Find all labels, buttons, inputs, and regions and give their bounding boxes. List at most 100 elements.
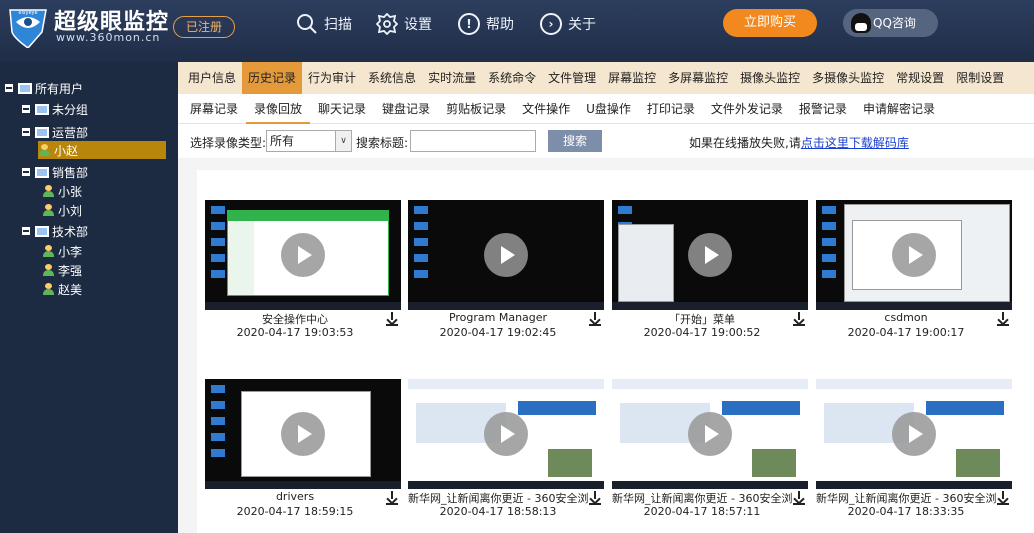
- search-button[interactable]: 搜索: [548, 130, 602, 152]
- main-tab[interactable]: 常规设置: [890, 62, 950, 94]
- decoder-hint: 如果在线播放失败,请点击这里下载解码库: [689, 134, 909, 151]
- qq-consult-button[interactable]: QQ咨询: [843, 9, 938, 37]
- download-icon[interactable]: [792, 491, 806, 505]
- main-tab[interactable]: 用户信息: [182, 62, 242, 94]
- main-tab[interactable]: 多摄像头监控: [806, 62, 890, 94]
- title-search-input[interactable]: [410, 130, 536, 152]
- sub-tab[interactable]: 键盘记录: [374, 94, 438, 124]
- video-thumbnail[interactable]: [612, 379, 808, 489]
- download-icon[interactable]: [385, 312, 399, 326]
- video-card[interactable]: Program Manager 2020-04-17 19:02:45: [408, 200, 604, 350]
- logo-icon: eisyeye: [9, 9, 47, 48]
- download-icon[interactable]: [588, 491, 602, 505]
- video-card[interactable]: 新华网_让新闻离你更近 - 360安全浏 2020-04-17 18:33:35: [816, 379, 1012, 529]
- download-icon[interactable]: [792, 312, 806, 326]
- collapse-icon[interactable]: [22, 128, 30, 136]
- gear-icon: [376, 13, 398, 35]
- collapse-icon[interactable]: [22, 227, 30, 235]
- chevron-right-icon: ›: [540, 13, 562, 35]
- collapse-icon[interactable]: [22, 105, 30, 113]
- video-thumbnail[interactable]: [816, 379, 1012, 489]
- main-tab[interactable]: 摄像头监控: [734, 62, 806, 94]
- type-select[interactable]: 所有 ∨: [266, 130, 352, 152]
- main-tab[interactable]: 限制设置: [950, 62, 1010, 94]
- tree-user-selected[interactable]: 小赵: [38, 141, 166, 159]
- tree-user-label: 赵美: [58, 282, 83, 297]
- tree-root[interactable]: 所有用户: [5, 79, 83, 97]
- sub-tab[interactable]: 聊天记录: [310, 94, 374, 124]
- main-tab[interactable]: 行为审计: [302, 62, 362, 94]
- video-thumbnail[interactable]: [612, 200, 808, 310]
- video-thumbnail[interactable]: [205, 200, 401, 310]
- download-decoder-link[interactable]: 点击这里下载解码库: [801, 136, 909, 150]
- video-card[interactable]: csdmon 2020-04-17 19:00:17: [816, 200, 1012, 350]
- play-icon[interactable]: [281, 412, 325, 456]
- download-icon[interactable]: [385, 491, 399, 505]
- play-icon[interactable]: [892, 233, 936, 277]
- video-card[interactable]: 新华网_让新闻离你更近 - 360安全浏 2020-04-17 18:58:13: [408, 379, 604, 529]
- type-select-value: 所有: [270, 134, 295, 148]
- nav-settings[interactable]: 设置: [376, 11, 432, 37]
- sub-tab[interactable]: 申请解密记录: [855, 94, 943, 124]
- main-tab[interactable]: 历史记录: [242, 62, 303, 94]
- video-gallery: 安全操作中心 2020-04-17 19:03:53 Program Manager…: [197, 170, 1034, 533]
- play-icon[interactable]: [484, 412, 528, 456]
- sub-tab[interactable]: 屏幕记录: [182, 94, 246, 124]
- play-icon[interactable]: [484, 233, 528, 277]
- main-tab-bar: 用户信息 历史记录 行为审计 系统信息 实时流量 系统命令 文件管理 屏幕监控 多屏幕监控 摄像头…: [178, 62, 1034, 94]
- sub-tab[interactable]: 文件操作: [514, 94, 578, 124]
- download-icon[interactable]: [588, 312, 602, 326]
- main-tab[interactable]: 实时流量: [422, 62, 482, 94]
- sub-tab[interactable]: 文件外发记录: [703, 94, 791, 124]
- tree-group-ungrouped[interactable]: 未分组: [22, 100, 88, 118]
- tree-group-sales[interactable]: 销售部: [22, 163, 88, 181]
- video-card[interactable]: drivers 2020-04-17 18:59:15: [205, 379, 401, 529]
- sub-tab[interactable]: 录像回放: [246, 94, 311, 124]
- user-icon: [42, 204, 55, 216]
- help-icon: !: [458, 13, 480, 35]
- nav-about-label: 关于: [568, 17, 596, 33]
- play-icon[interactable]: [688, 412, 732, 456]
- sub-tab[interactable]: 报警记录: [791, 94, 855, 124]
- main-tab[interactable]: 系统命令: [482, 62, 542, 94]
- computer-icon: [35, 103, 49, 115]
- main-tab[interactable]: 系统信息: [362, 62, 422, 94]
- nav-about[interactable]: › 关于: [540, 11, 596, 37]
- tree-user[interactable]: 赵美: [42, 280, 82, 298]
- tree-user[interactable]: 小李: [42, 242, 82, 260]
- main-tab[interactable]: 屏幕监控: [602, 62, 662, 94]
- video-card[interactable]: 安全操作中心 2020-04-17 19:03:53: [205, 200, 401, 350]
- download-icon[interactable]: [996, 312, 1010, 326]
- tree-group-tech[interactable]: 技术部: [22, 222, 88, 240]
- tree-user[interactable]: 小张: [42, 182, 82, 200]
- play-icon[interactable]: [892, 412, 936, 456]
- video-title: csdmon: [884, 311, 928, 324]
- video-thumbnail[interactable]: [205, 379, 401, 489]
- collapse-icon[interactable]: [5, 84, 13, 92]
- nav-help[interactable]: ! 帮助: [458, 11, 514, 37]
- sub-tab[interactable]: 剪贴板记录: [438, 94, 514, 124]
- download-icon[interactable]: [996, 491, 1010, 505]
- tree-user-label: 小赵: [54, 143, 79, 158]
- video-thumbnail[interactable]: [816, 200, 1012, 310]
- collapse-icon[interactable]: [22, 168, 30, 176]
- buy-now-button[interactable]: 立即购买: [723, 9, 817, 37]
- user-icon: [42, 283, 55, 295]
- tree-group-ops[interactable]: 运营部: [22, 123, 88, 141]
- play-icon[interactable]: [281, 233, 325, 277]
- video-thumbnail[interactable]: [408, 379, 604, 489]
- tree-user[interactable]: 小刘: [42, 201, 82, 219]
- svg-text:eisyeye: eisyeye: [18, 10, 37, 16]
- nav-scan[interactable]: 扫描: [296, 11, 352, 37]
- video-card[interactable]: 新华网_让新闻离你更近 - 360安全浏 2020-04-17 18:57:11: [612, 379, 808, 529]
- sub-tab[interactable]: U盘操作: [578, 94, 639, 124]
- chevron-down-icon[interactable]: ∨: [335, 131, 351, 151]
- main-tab[interactable]: 文件管理: [542, 62, 602, 94]
- sub-tab[interactable]: 打印记录: [639, 94, 703, 124]
- main-tab[interactable]: 多屏幕监控: [662, 62, 734, 94]
- video-card[interactable]: 「开始」菜单 2020-04-17 19:00:52: [612, 200, 808, 350]
- video-thumbnail[interactable]: [408, 200, 604, 310]
- tree-user[interactable]: 李强: [42, 261, 82, 279]
- play-icon[interactable]: [688, 233, 732, 277]
- video-time: 2020-04-17 19:02:45: [439, 326, 557, 339]
